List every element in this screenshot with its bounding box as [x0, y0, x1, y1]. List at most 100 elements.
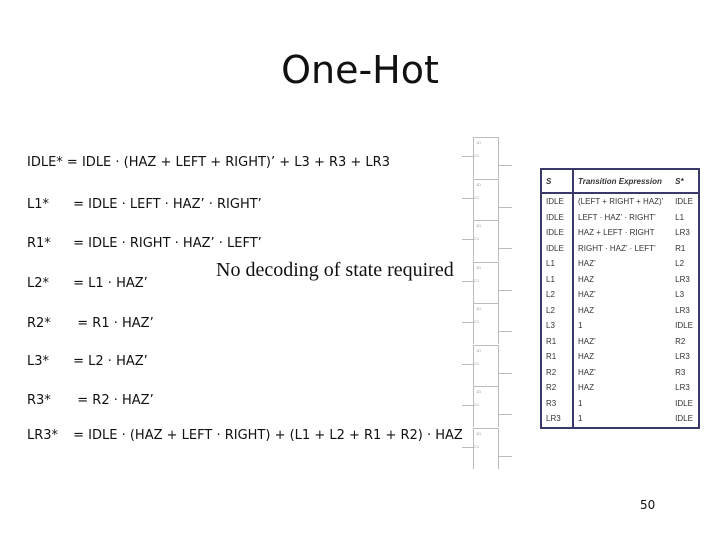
equation-lhs: L1* — [27, 197, 50, 212]
equation-lhs: L3* — [27, 354, 50, 369]
cell-expression: HAZ’ — [578, 259, 596, 269]
cell-expression: 1 — [578, 414, 583, 424]
cell-next-state: LR3 — [675, 383, 690, 393]
equation-lhs: R3* — [27, 393, 51, 408]
cell-expression: RIGHT · HAZ’ · LEFT’ — [578, 243, 656, 253]
flip-flop-d-label: 1D — [476, 347, 482, 353]
cell-state: L3 — [541, 318, 574, 334]
table-row: R1 HAZ LR3 — [541, 349, 699, 365]
cell-next-state: L1 — [675, 212, 685, 222]
table-row: R3 1 IDLE — [541, 395, 699, 411]
header-state: S — [541, 169, 574, 194]
flip-flop-symbol: 1D C1 — [462, 303, 512, 344]
cell-expression: LEFT · HAZ’ · RIGHT’ — [578, 212, 656, 222]
output-line — [498, 455, 512, 457]
output-line — [498, 165, 512, 166]
cell-expression: HAZ + LEFT · RIGHT — [578, 228, 655, 238]
equation: IDLE* = IDLE · (HAZ + LEFT + RIGHT)’ + L… — [27, 155, 390, 170]
cell-next-state: IDLE — [675, 414, 693, 424]
equation: L3* = L2 · HAZ’ — [27, 354, 148, 369]
equation: L2* = L1 · HAZ’ — [27, 276, 148, 291]
cell-state: R2 — [541, 380, 574, 396]
cell-expression: (LEFT + RIGHT + HAZ)’ — [578, 197, 664, 207]
cell-state: R1 — [541, 349, 574, 365]
flip-flop-clock-label: C1 — [474, 443, 480, 449]
equation: LR3* = IDLE · (HAZ + LEFT · RIGHT) + (L1… — [27, 428, 463, 443]
table-row: IDLE RIGHT · HAZ’ · LEFT’ R1 — [541, 240, 699, 256]
input-line — [462, 405, 474, 406]
cell-state: L1 — [541, 256, 574, 272]
page-number: 50 — [640, 498, 656, 512]
cell-expression: HAZ’ — [578, 290, 596, 300]
flip-flop-clock-label: C1 — [474, 153, 480, 158]
equation-lhs: R2* — [27, 316, 51, 331]
table-row: L3 1 IDLE — [541, 318, 699, 334]
cell-next-state: LR3 — [675, 274, 690, 284]
cell-state: IDLE — [541, 225, 574, 241]
cell-expression: HAZ — [578, 352, 594, 362]
flip-flop-clock-label: C1 — [474, 194, 480, 200]
cell-expression: HAZ — [578, 274, 594, 284]
input-line — [462, 156, 474, 157]
output-line — [498, 206, 512, 208]
flip-flop-d-label: 1D — [476, 223, 482, 228]
cell-state: R3 — [541, 395, 574, 411]
header-next-state: S* — [671, 169, 699, 194]
flip-flop-clock-label: C1 — [474, 360, 480, 366]
equation-lhs: LR3* — [27, 428, 59, 443]
equation-rhs: = L1 · HAZ’ — [73, 276, 148, 291]
transition-table: S Transition Expression S* IDLE (LEFT + R… — [540, 168, 700, 429]
table-row: L1 HAZ LR3 — [541, 271, 699, 287]
header-expression: Transition Expression — [573, 169, 672, 194]
flip-flop-d-label: 1D — [476, 140, 482, 145]
equation-lhs: IDLE* = — [27, 155, 78, 170]
equation-lhs: R1* — [27, 236, 51, 251]
equation: R2* = R1 · HAZ’ — [27, 316, 154, 331]
cell-state: IDLE — [541, 193, 574, 210]
cell-state: L2 — [541, 302, 574, 318]
table-row: LR3 1 IDLE — [541, 411, 699, 428]
flip-flop-clock-label: C1 — [474, 236, 480, 241]
cell-state: LR3 — [541, 411, 574, 428]
input-line — [462, 363, 474, 365]
flip-flop-clock-label: C1 — [474, 319, 480, 324]
cell-expression: HAZ’ — [578, 336, 596, 346]
note: No decoding of state required — [216, 259, 454, 281]
table-row: L1 HAZ’ L2 — [541, 256, 699, 272]
slide: One-Hot IDLE* = IDLE · (HAZ + LEFT + RIG… — [0, 0, 720, 540]
equation-lhs: L2* — [27, 276, 50, 291]
equation-rhs: = L2 · HAZ’ — [73, 354, 148, 369]
flip-flop-clock-label: C1 — [474, 402, 480, 407]
table-row: IDLE LEFT · HAZ’ · RIGHT’ L1 — [541, 209, 699, 225]
flip-flop-symbol: 1D C1 — [462, 386, 512, 427]
table-row: L2 HAZ LR3 — [541, 302, 699, 318]
cell-next-state: R1 — [675, 243, 686, 253]
table-row: R2 HAZ’ R3 — [541, 364, 699, 380]
flip-flop-symbol: 1D C1 — [462, 344, 512, 386]
table-row: R2 HAZ LR3 — [541, 380, 699, 396]
cell-next-state: LR3 — [675, 352, 690, 362]
flip-flop-symbol: 1D C1 — [462, 427, 512, 469]
flip-flop-d-label: 1D — [476, 264, 482, 270]
input-line — [462, 322, 474, 323]
input-line — [462, 280, 474, 282]
output-line — [498, 414, 512, 415]
equation-rhs: = IDLE · RIGHT · HAZ’ · LEFT’ — [73, 236, 262, 251]
slide-title: One-Hot — [281, 48, 439, 92]
cell-expression: 1 — [578, 321, 583, 331]
output-line — [498, 372, 512, 374]
input-line — [462, 197, 474, 199]
flip-flop-symbol: 1D C1 — [462, 178, 512, 220]
equation-rhs: = IDLE · LEFT · HAZ’ · RIGHT’ — [73, 197, 262, 212]
cell-expression: 1 — [578, 398, 583, 408]
flip-flop-d-label: 1D — [476, 306, 482, 311]
equation-rhs: = R2 · HAZ’ — [73, 393, 154, 408]
flip-flop-d-label: 1D — [476, 430, 482, 436]
table-row: L2 HAZ’ L3 — [541, 287, 699, 303]
output-line — [498, 248, 512, 249]
flip-flop-clock-label: C1 — [474, 277, 480, 283]
output-line — [498, 331, 512, 332]
flip-flop-d-label: 1D — [476, 389, 482, 394]
flip-flop-d-label: 1D — [476, 181, 482, 187]
equation-rhs: IDLE · (HAZ + LEFT + RIGHT)’ + L3 + R3 +… — [81, 155, 390, 170]
